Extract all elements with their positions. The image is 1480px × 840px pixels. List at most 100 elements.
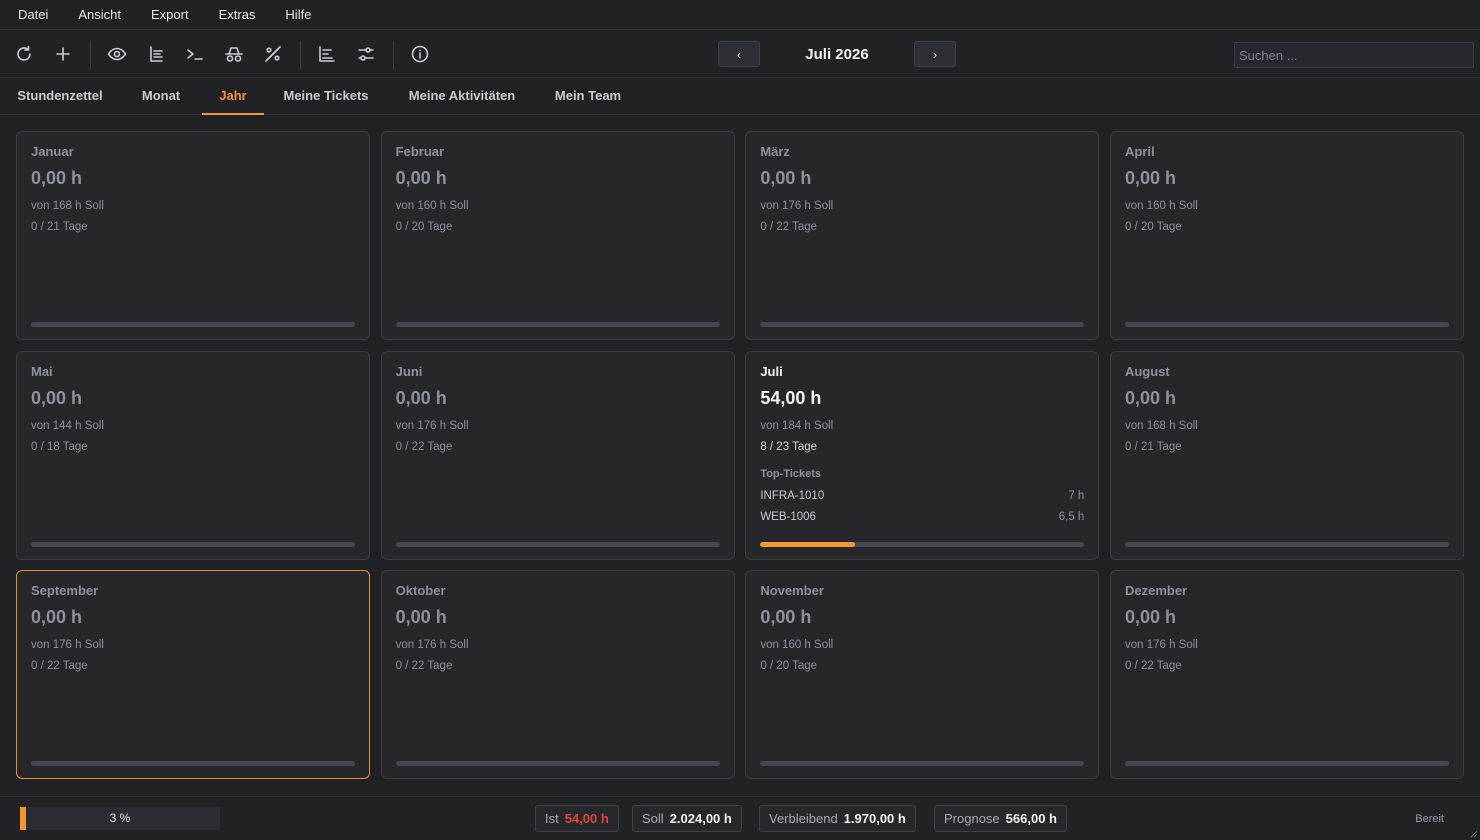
overall-progress-label: 3 % [109, 811, 131, 825]
search-input[interactable] [1234, 42, 1474, 68]
terminal-icon[interactable] [181, 40, 209, 68]
stat-verbleibend-value: 1.970,00 h [843, 811, 906, 826]
next-period-button[interactable]: › [914, 41, 956, 67]
tab-monat[interactable]: Monat [128, 79, 194, 115]
menu-datei[interactable]: Datei [18, 7, 48, 22]
month-progress-bar [760, 761, 1085, 766]
month-days: 0 / 20 Tage [395, 221, 453, 233]
month-card[interactable]: Februar 0,00 h von 160 h Soll 0 / 20 Tage [380, 131, 735, 340]
month-card[interactable]: Dezember 0,00 h von 176 h Soll 0 / 22 Tage [1109, 570, 1464, 779]
month-days: 0 / 18 Tage [31, 440, 88, 453]
tab-mein-team[interactable]: Mein Team [546, 79, 630, 115]
info-icon[interactable] [406, 40, 434, 68]
stat-verbleibend: Verbleibend 1.970,00 h [759, 805, 916, 832]
month-card[interactable]: August 0,00 h von 168 h Soll 0 / 21 Tage [1109, 350, 1464, 560]
month-progress-bar [1124, 322, 1449, 327]
month-hours: 0,00 h [760, 607, 812, 627]
tab-meine-tickets[interactable]: Meine Tickets [274, 79, 378, 115]
month-card[interactable]: September 0,00 h von 176 h Soll 0 / 22 Tage [16, 570, 370, 779]
month-name: Februar [395, 144, 445, 159]
month-soll: von 160 h Soll [1124, 200, 1198, 212]
month-progress-bar [31, 322, 355, 327]
month-days: 0 / 21 Tage [31, 221, 88, 233]
month-progress-bar [31, 761, 355, 766]
month-card[interactable]: Oktober 0,00 h von 176 h Soll 0 / 22 Tage [380, 570, 735, 779]
month-name: August [1124, 363, 1170, 379]
month-card[interactable]: Januar 0,00 h von 168 h Soll 0 / 21 Tage [16, 131, 370, 340]
stat-verbleibend-label: Verbleibend [769, 811, 838, 826]
ticket-row[interactable]: INFRA-1010 7 h [760, 490, 1084, 502]
month-card[interactable]: April 0,00 h von 160 h Soll 0 / 20 Tage [1109, 131, 1464, 340]
month-hours: 0,00 h [31, 387, 83, 408]
month-days: 0 / 21 Tage [1124, 440, 1182, 453]
month-days: 0 / 22 Tage [395, 660, 453, 672]
overall-progress-bar: 3 % [20, 807, 220, 830]
month-hours: 54,00 h [760, 387, 822, 408]
month-hours: 0,00 h [1124, 168, 1176, 188]
top-tickets-label: Top-Tickets [760, 467, 822, 480]
resize-grip-icon[interactable] [1468, 828, 1478, 838]
menu-extras[interactable]: Extras [219, 7, 256, 22]
ticket-id: WEB-1006 [760, 510, 816, 523]
month-name: Dezember [1124, 583, 1188, 598]
month-progress-bar [1124, 541, 1449, 547]
month-hours: 0,00 h [395, 607, 447, 627]
sliders-icon[interactable] [352, 40, 380, 68]
gantt-icon[interactable] [313, 40, 341, 68]
ticket-id: INFRA-1010 [760, 489, 825, 502]
stat-ist-value: 54,00 h [564, 811, 609, 826]
menu-ansicht[interactable]: Ansicht [78, 7, 121, 22]
stat-ist: Ist 54,00 h [535, 805, 619, 832]
stat-ist-label: Ist [545, 811, 559, 826]
month-hours: 0,00 h [395, 168, 447, 188]
month-progress-bar [395, 322, 720, 327]
month-card[interactable]: Mai 0,00 h von 144 h Soll 0 / 18 Tage [16, 350, 370, 560]
tab-jahr[interactable]: Jahr [202, 79, 264, 115]
month-card[interactable]: November 0,00 h von 160 h Soll 0 / 20 Tage [745, 570, 1100, 779]
month-progress-fill [760, 541, 856, 547]
month-card[interactable]: März 0,00 h von 176 h Soll 0 / 22 Tage [745, 131, 1100, 340]
refresh-icon[interactable] [10, 40, 38, 68]
month-grid: Januar 0,00 h von 168 h Soll 0 / 21 Tage Feb… [16, 131, 1464, 779]
incognito-icon[interactable] [220, 40, 248, 68]
toolbar-separator [90, 41, 91, 69]
month-days: 0 / 22 Tage [760, 221, 818, 233]
tab-stundenzettel[interactable]: Stundenzettel [10, 79, 110, 115]
month-days: 0 / 22 Tage [395, 440, 453, 453]
month-days: 0 / 20 Tage [1124, 221, 1182, 233]
month-progress-bar [760, 541, 1085, 547]
prev-period-button[interactable]: ‹ [718, 41, 760, 67]
tab-bar: Stundenzettel Monat Jahr Meine Tickets M… [0, 79, 1480, 115]
menu-export[interactable]: Export [151, 7, 189, 22]
ticket-hours: 6,5 h [1058, 510, 1085, 523]
stat-prognose: Prognose 566,00 h [934, 805, 1067, 832]
period-title: Juli 2026 [805, 46, 869, 63]
month-days: 0 / 20 Tage [760, 660, 818, 672]
month-progress-bar [1124, 761, 1449, 766]
stat-soll-label: Soll [642, 811, 664, 826]
month-name: September [31, 583, 99, 598]
month-name: Januar [31, 144, 74, 159]
month-card[interactable]: Juni 0,00 h von 176 h Soll 0 / 22 Tage [380, 350, 735, 560]
stat-soll-value: 2.024,00 h [669, 811, 732, 826]
month-hours: 0,00 h [1124, 607, 1176, 627]
month-days: 0 / 22 Tage [1124, 660, 1182, 672]
month-soll: von 176 h Soll [395, 419, 469, 432]
month-hours: 0,00 h [31, 607, 83, 627]
menu-hilfe[interactable]: Hilfe [285, 7, 311, 22]
month-name: November [760, 583, 824, 598]
percent-off-icon[interactable] [259, 40, 287, 68]
tab-meine-aktivitaeten[interactable]: Meine Aktivitäten [396, 79, 528, 115]
month-hours: 0,00 h [31, 168, 83, 188]
eye-icon[interactable] [103, 40, 131, 68]
list-icon[interactable] [142, 40, 170, 68]
toolbar: ‹ Juli 2026 › [0, 30, 1480, 78]
month-card[interactable]: Juli 54,00 h von 184 h Soll 8 / 23 Tage Top-… [745, 350, 1100, 560]
month-soll: von 160 h Soll [395, 200, 469, 212]
month-progress-bar [760, 322, 1085, 327]
plus-icon[interactable] [49, 40, 77, 68]
ticket-row[interactable]: WEB-1006 6,5 h [760, 511, 1084, 523]
month-days: 0 / 22 Tage [31, 660, 88, 672]
month-progress-bar [395, 761, 720, 766]
status-bar: 3 % Ist 54,00 h Soll 2.024,00 h Verbleib… [0, 796, 1480, 840]
